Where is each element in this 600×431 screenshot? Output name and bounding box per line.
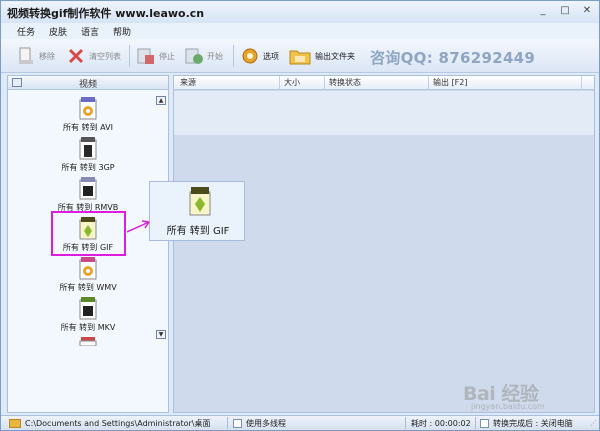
clear-x-icon: [67, 46, 85, 66]
status-separator: [405, 417, 406, 429]
menu-skin[interactable]: 皮肤: [49, 25, 67, 38]
gif-format-tooltip: 所有 转到 GIF: [149, 181, 245, 241]
folder-icon[interactable]: [9, 419, 21, 428]
folder-icon: [289, 46, 311, 66]
window-controls: _ □ ✕: [535, 4, 595, 18]
minimize-button[interactable]: _: [535, 4, 551, 18]
scroll-down-button[interactable]: ▼: [156, 330, 166, 339]
scroll-up-button[interactable]: ▲: [156, 96, 166, 105]
remove-file-icon: [17, 46, 35, 66]
multithread-label: 使用多线程: [246, 419, 286, 428]
file-icon: [79, 337, 97, 346]
app-window: 视频转换gif制作软件 www.leawo.cn _ □ ✕ 任务 皮肤 语言 …: [0, 0, 600, 431]
column-separator: [324, 76, 325, 90]
column-output[interactable]: 输出 [F2]: [433, 77, 467, 89]
format-panel-header: 视频: [8, 76, 168, 90]
format-label: 所有 转到 3GP: [61, 163, 115, 172]
tooltip-label: 所有 转到 GIF: [166, 226, 230, 237]
file-list-body[interactable]: [174, 91, 594, 135]
clear-list-button[interactable]: 清空列表: [67, 44, 121, 68]
start-icon: [185, 46, 203, 66]
baidu-watermark: Bai 经验 jingyan.baidu.com: [463, 377, 599, 417]
start-button[interactable]: 开始: [185, 44, 223, 68]
wmv-file-icon: [79, 257, 97, 280]
resize-grip-icon[interactable]: ⋰: [590, 419, 597, 427]
output-folder-button[interactable]: 输出文件夹: [289, 44, 355, 68]
stop-label: 停止: [159, 51, 175, 61]
format-item-avi[interactable]: 所有 转到 AVI: [48, 96, 128, 136]
watermark-url: jingyan.baidu.com: [471, 402, 545, 411]
after-convert-checkbox[interactable]: [480, 419, 489, 428]
options-button[interactable]: 选项: [241, 44, 279, 68]
gif-file-icon: [189, 187, 211, 216]
promo-qq-text: 咨询QQ: 876292449: [370, 49, 536, 67]
file-list-header: 来源 大小 转换状态 输出 [F2]: [174, 76, 594, 90]
panel-title: 视频: [78, 80, 97, 90]
column-separator: [279, 76, 280, 90]
gif-highlight-box: [51, 211, 126, 256]
toolbar-separator: [129, 45, 130, 67]
format-label: 所有 转到 WMV: [59, 283, 117, 292]
toolbar-separator: [233, 45, 234, 67]
after-convert-label: 转换完成后 : 关闭电脑: [493, 419, 573, 428]
toolbar: 移除 清空列表 停止 开始 选项 输出文件夹 咨询QQ: 876292449: [1, 39, 599, 73]
status-separator: [475, 417, 476, 429]
maximize-button[interactable]: □: [557, 4, 573, 18]
status-separator: [227, 417, 228, 429]
format-item-3gp[interactable]: 所有 转到 3GP: [48, 136, 128, 176]
column-separator: [428, 76, 429, 90]
stop-icon: [137, 46, 155, 66]
start-label: 开始: [207, 51, 223, 61]
format-item-rmvb[interactable]: 所有 转到 RMVB: [48, 176, 128, 216]
window-title: 视频转换gif制作软件 www.leawo.cn: [7, 7, 205, 20]
3gp-file-icon: [79, 137, 97, 160]
column-source[interactable]: 来源: [180, 77, 196, 89]
gear-icon: [241, 46, 259, 66]
format-item-partial[interactable]: [48, 336, 128, 346]
output-folder-label: 输出文件夹: [315, 51, 355, 61]
output-path: C:\Documents and Settings\Administrator\…: [25, 419, 211, 428]
menu-language[interactable]: 语言: [81, 25, 99, 38]
close-button[interactable]: ✕: [579, 4, 595, 18]
format-label: 所有 转到 MKV: [60, 323, 116, 332]
remove-label: 移除: [39, 51, 55, 61]
menu-help[interactable]: 帮助: [113, 25, 131, 38]
multithread-checkbox[interactable]: [233, 419, 242, 428]
format-item-wmv[interactable]: 所有 转到 WMV: [48, 256, 128, 296]
clear-list-label: 清空列表: [89, 51, 121, 61]
pointer-arrow: [126, 220, 150, 233]
format-item-mkv[interactable]: 所有 转到 MKV: [48, 296, 128, 336]
stop-button[interactable]: 停止: [137, 44, 175, 68]
column-status[interactable]: 转换状态: [329, 77, 361, 89]
menu-task[interactable]: 任务: [17, 25, 35, 38]
column-separator: [581, 76, 582, 90]
file-list-panel: 来源 大小 转换状态 输出 [F2]: [173, 75, 595, 413]
format-label: 所有 转到 AVI: [63, 123, 113, 132]
mkv-file-icon: [79, 297, 97, 320]
remove-button[interactable]: 移除: [17, 44, 55, 68]
avi-file-icon: [79, 97, 97, 120]
title-bar: 视频转换gif制作软件 www.leawo.cn _ □ ✕: [1, 1, 599, 23]
menu-bar: 任务 皮肤 语言 帮助: [1, 23, 599, 39]
elapsed-time: 耗时 : 00:00:02: [411, 419, 471, 428]
options-label: 选项: [263, 51, 279, 61]
status-bar: C:\Documents and Settings\Administrator\…: [1, 415, 599, 430]
rmvb-file-icon: [79, 177, 97, 200]
column-size[interactable]: 大小: [284, 77, 300, 89]
